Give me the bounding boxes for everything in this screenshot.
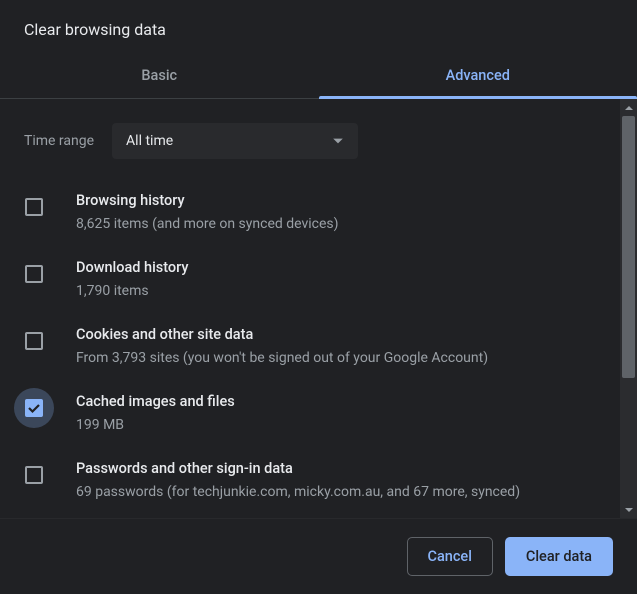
scrollbar-thumb[interactable] xyxy=(622,116,635,378)
scrollbar-track[interactable] xyxy=(620,116,637,501)
dialog-title: Clear browsing data xyxy=(0,0,637,57)
time-range-select[interactable]: All time xyxy=(112,123,358,159)
time-range-value: All time xyxy=(126,133,173,149)
dropdown-caret-icon xyxy=(332,135,344,147)
time-range-row: Time range All time xyxy=(24,99,593,171)
option-cached-images[interactable]: Cached images and files 199 MB xyxy=(24,380,593,447)
option-passwords[interactable]: Passwords and other sign-in data 69 pass… xyxy=(24,447,593,514)
option-autofill[interactable]: Autofill form data xyxy=(24,514,593,518)
option-subtitle: 199 MB xyxy=(76,416,593,435)
cancel-button[interactable]: Cancel xyxy=(407,537,493,576)
checkbox-wrap xyxy=(14,388,54,428)
option-title: Cached images and files xyxy=(76,392,593,412)
option-cookies[interactable]: Cookies and other site data From 3,793 s… xyxy=(24,313,593,380)
tab-advanced[interactable]: Advanced xyxy=(319,57,637,98)
clear-data-button[interactable]: Clear data xyxy=(505,537,613,576)
dialog-footer: Cancel Clear data xyxy=(0,518,637,594)
scroll-up-icon[interactable] xyxy=(620,99,637,116)
checkbox-wrap xyxy=(14,455,54,495)
clear-browsing-data-dialog: Clear browsing data Basic Advanced Time … xyxy=(0,0,637,594)
option-subtitle: From 3,793 sites (you won't be signed ou… xyxy=(76,349,593,368)
time-range-label: Time range xyxy=(24,133,94,149)
checkbox-download-history[interactable] xyxy=(25,265,43,283)
option-title: Cookies and other site data xyxy=(76,325,593,345)
checkbox-wrap xyxy=(14,321,54,361)
checkbox-browsing-history[interactable] xyxy=(25,198,43,216)
checkbox-passwords[interactable] xyxy=(25,466,43,484)
options-list: Browsing history 8,625 items (and more o… xyxy=(24,179,593,518)
option-browsing-history[interactable]: Browsing history 8,625 items (and more o… xyxy=(24,179,593,246)
option-title: Download history xyxy=(76,258,593,278)
option-subtitle: 8,625 items (and more on synced devices) xyxy=(76,215,593,234)
option-subtitle: 69 passwords (for techjunkie.com, micky.… xyxy=(76,483,593,502)
tab-bar: Basic Advanced xyxy=(0,57,637,99)
checkbox-cached-images[interactable] xyxy=(25,399,43,417)
checkbox-wrap xyxy=(14,254,54,294)
checkbox-wrap xyxy=(14,187,54,227)
scrollbar[interactable] xyxy=(620,99,637,518)
checkbox-cookies[interactable] xyxy=(25,332,43,350)
option-title: Passwords and other sign-in data xyxy=(76,459,593,479)
options-scroll-area: Time range All time Browsi xyxy=(0,99,637,518)
option-download-history[interactable]: Download history 1,790 items xyxy=(24,246,593,313)
tab-basic[interactable]: Basic xyxy=(0,57,319,98)
option-title: Browsing history xyxy=(76,191,593,211)
option-subtitle: 1,790 items xyxy=(76,282,593,301)
scroll-down-icon[interactable] xyxy=(620,501,637,518)
